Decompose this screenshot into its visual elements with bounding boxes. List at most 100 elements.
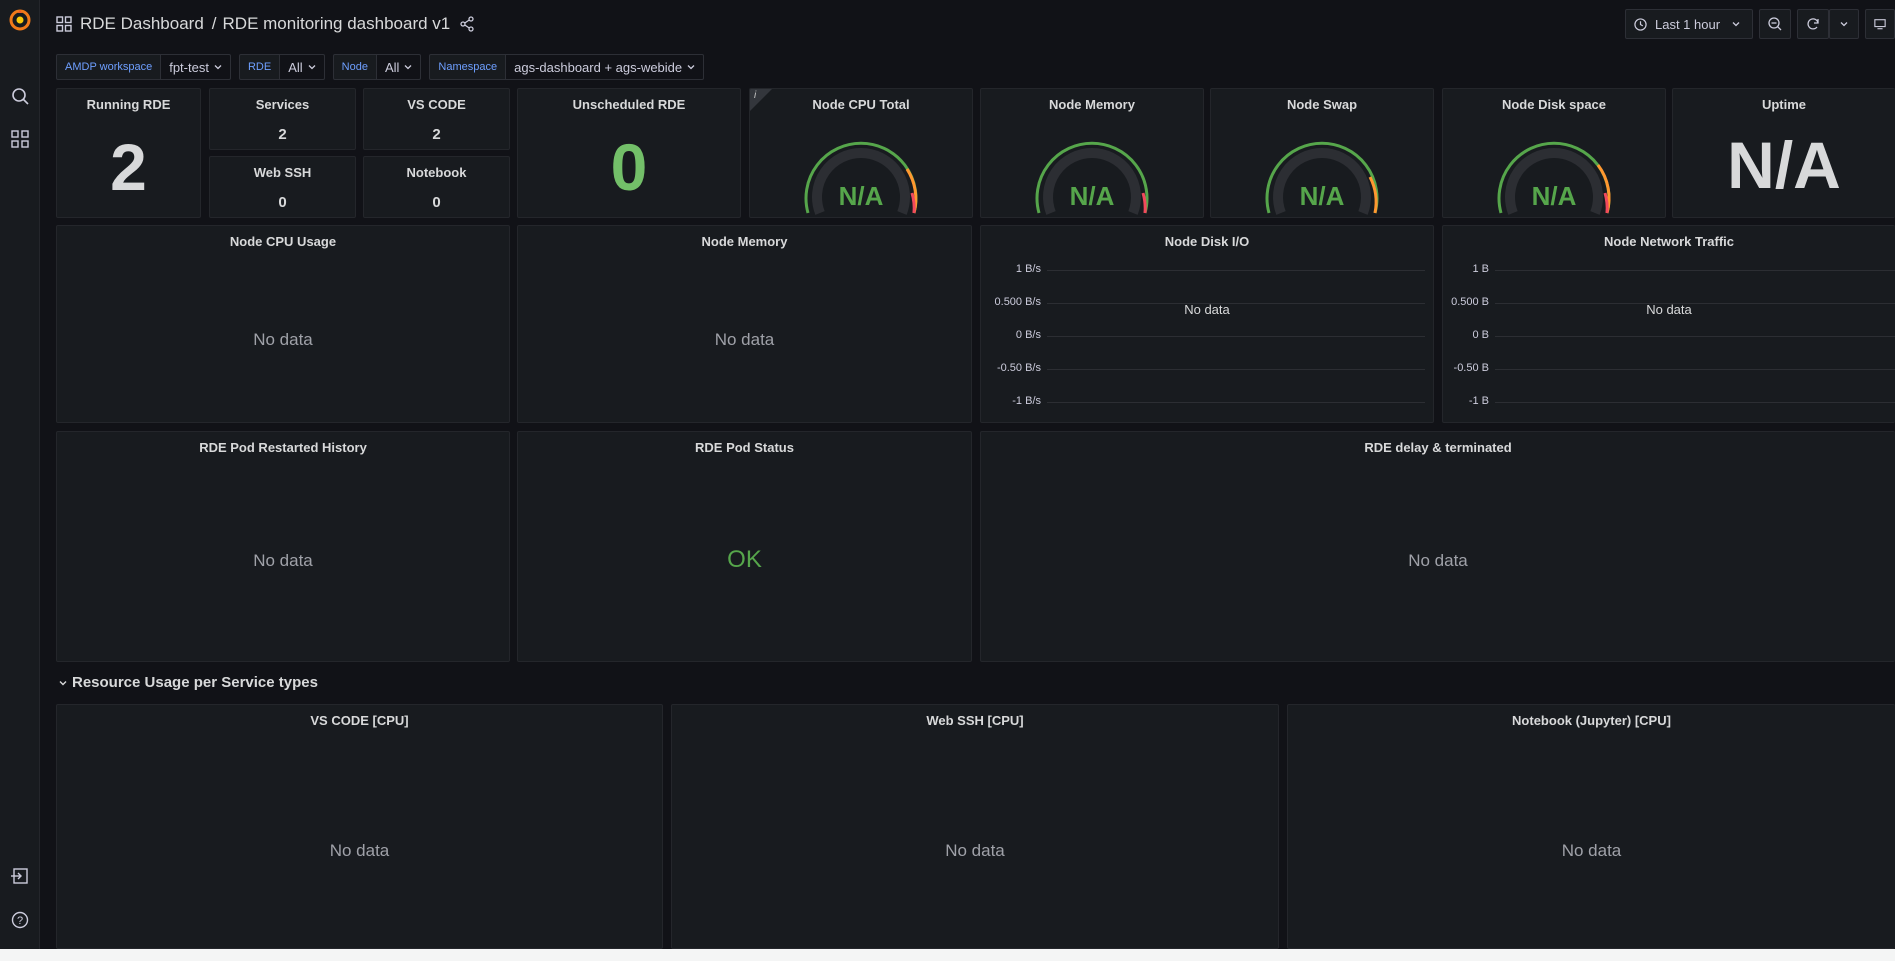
panel-title: Node Disk I/O — [1164, 234, 1250, 249]
gridline — [1047, 270, 1425, 271]
no-data-text: No data — [1184, 302, 1230, 317]
panel-title: Running RDE — [86, 97, 171, 112]
chevron-down-icon — [1840, 22, 1848, 27]
panel-title: Node Network Traffic — [1603, 234, 1735, 249]
panel-title: Services — [255, 97, 310, 112]
stat-value: 0 — [278, 194, 287, 211]
var-value-node: All — [384, 59, 400, 75]
panel-webssh[interactable]: Web SSH 0 — [209, 156, 356, 218]
no-data-text: No data — [1408, 551, 1468, 570]
var-label-node: Node — [332, 54, 377, 80]
zoom-out-icon — [1768, 17, 1782, 31]
tv-icon — [1874, 19, 1886, 30]
panel-title: RDE Pod Restarted History — [199, 440, 367, 455]
dashboard-header: RDE Dashboard / RDE monitoring dashboard… — [41, 0, 1895, 48]
page-title[interactable]: RDE monitoring dashboard v1 — [223, 14, 451, 34]
panel-uptime[interactable]: Uptime N/A — [1672, 88, 1895, 218]
panel-node-cpu-usage[interactable]: Node CPU Usage No data — [56, 225, 510, 423]
tv-mode-button[interactable] — [1865, 9, 1895, 39]
gridline — [1047, 402, 1425, 403]
panel-node-swap[interactable]: Node Swap N/A — [1210, 88, 1434, 218]
no-data-text: No data — [253, 551, 313, 570]
breadcrumb-separator: / — [211, 14, 217, 33]
var-select-namespace[interactable]: ags-dashboard + ags-webide — [506, 54, 705, 80]
panel-title: Web SSH [CPU] — [926, 713, 1024, 728]
no-data-text: No data — [253, 330, 313, 349]
dashboards-icon[interactable] — [8, 127, 32, 151]
panel-rde-delay-terminated[interactable]: RDE delay & terminated No data — [980, 431, 1895, 662]
chevron-down-icon — [59, 680, 67, 685]
panel-node-disk-space[interactable]: Node Disk space N/A — [1442, 88, 1666, 218]
gridline — [1495, 336, 1895, 337]
gridline — [1495, 369, 1895, 370]
panel-title: Unscheduled RDE — [572, 97, 686, 112]
no-data-text: No data — [1646, 302, 1692, 317]
zoom-out-button[interactable] — [1759, 9, 1791, 39]
var-label-namespace: Namespace — [429, 54, 507, 80]
y-tick: -1 B/s — [1012, 395, 1041, 407]
refresh-interval-dropdown[interactable] — [1829, 9, 1859, 39]
share-icon[interactable] — [459, 16, 475, 32]
gridline — [1047, 369, 1425, 370]
var-select-node[interactable]: All — [376, 54, 422, 80]
panel-services[interactable]: Services 2 — [209, 88, 356, 150]
panel-notebook-cpu[interactable]: Notebook (Jupyter) [CPU] No data — [1287, 704, 1895, 949]
panel-notebook[interactable]: Notebook 0 — [363, 156, 510, 218]
panel-node-memory-gauge[interactable]: Node Memory N/A — [980, 88, 1204, 218]
panel-webssh-cpu[interactable]: Web SSH [CPU] No data — [671, 704, 1279, 949]
y-tick: -0.50 B — [1453, 362, 1489, 374]
gridline — [1495, 402, 1895, 403]
chevron-down-icon — [687, 65, 695, 70]
sidebar: ? — [0, 0, 40, 949]
refresh-icon — [1807, 18, 1819, 30]
panel-node-cpu-total[interactable]: i Node CPU Total N/A — [749, 88, 973, 218]
stat-value: 2 — [432, 126, 441, 143]
panel-title: Node Swap — [1286, 97, 1358, 112]
clock-icon — [1634, 17, 1647, 31]
grafana-logo[interactable] — [8, 8, 32, 32]
toolbar: Last 1 hour — [1625, 9, 1895, 39]
panel-rde-pod-restarted-history[interactable]: RDE Pod Restarted History No data — [56, 431, 510, 662]
panel-node-disk-io[interactable]: Node Disk I/O 1 B/s 0.500 B/s 0 B/s -0.5… — [980, 225, 1434, 423]
time-range-picker[interactable]: Last 1 hour — [1625, 9, 1753, 39]
stat-value: N/A — [1727, 128, 1841, 202]
chevron-down-icon — [308, 65, 316, 70]
panel-title: VS CODE — [407, 97, 466, 112]
signin-icon[interactable] — [8, 864, 32, 888]
search-icon[interactable] — [8, 84, 32, 108]
gauge-value: N/A — [1069, 181, 1115, 211]
var-select-rde[interactable]: All — [280, 54, 325, 80]
gauge-value: N/A — [1299, 181, 1345, 211]
stat-value: 0 — [610, 130, 648, 204]
panel-vscode-cpu[interactable]: VS CODE [CPU] No data — [56, 704, 663, 949]
y-tick: 0 B/s — [1015, 329, 1041, 341]
panel-running-rde[interactable]: Running RDE 2 — [56, 88, 201, 218]
panel-title: Notebook (Jupyter) [CPU] — [1512, 713, 1671, 728]
panel-rde-pod-status[interactable]: RDE Pod Status OK — [517, 431, 972, 662]
panel-title: Uptime — [1761, 97, 1807, 112]
panel-title: Node Memory — [701, 234, 788, 249]
panel-title: Notebook — [406, 165, 467, 180]
gauge-value: N/A — [1531, 181, 1577, 211]
panel-unscheduled-rde[interactable]: Unscheduled RDE 0 — [517, 88, 741, 218]
panel-vscode[interactable]: VS CODE 2 — [363, 88, 510, 150]
help-icon[interactable]: ? — [8, 908, 32, 932]
stat-value: 2 — [278, 126, 287, 143]
panel-node-network-traffic[interactable]: Node Network Traffic 1 B 0.500 B 0 B -0.… — [1442, 225, 1895, 423]
stat-value: 2 — [110, 130, 147, 204]
variables-bar: AMDP workspace fpt-test RDE All Node All… — [56, 54, 712, 80]
panel-node-memory-timeseries[interactable]: Node Memory No data — [517, 225, 972, 423]
row-toggle-resource-usage[interactable]: Resource Usage per Service types — [58, 674, 318, 691]
no-data-text: No data — [714, 330, 775, 349]
svg-text:?: ? — [17, 915, 23, 927]
var-value-workspace: fpt-test — [169, 59, 209, 75]
panel-title: RDE delay & terminated — [1364, 440, 1512, 455]
var-select-workspace[interactable]: fpt-test — [161, 54, 231, 80]
chevron-down-icon — [1732, 22, 1740, 27]
refresh-button[interactable] — [1797, 9, 1829, 39]
breadcrumb-folder[interactable]: RDE Dashboard — [80, 14, 204, 34]
panel-title: Node CPU Total — [812, 97, 910, 112]
y-tick: 0 B — [1472, 329, 1489, 341]
panel-title: Web SSH — [253, 165, 312, 180]
no-data-text: No data — [945, 841, 1005, 860]
